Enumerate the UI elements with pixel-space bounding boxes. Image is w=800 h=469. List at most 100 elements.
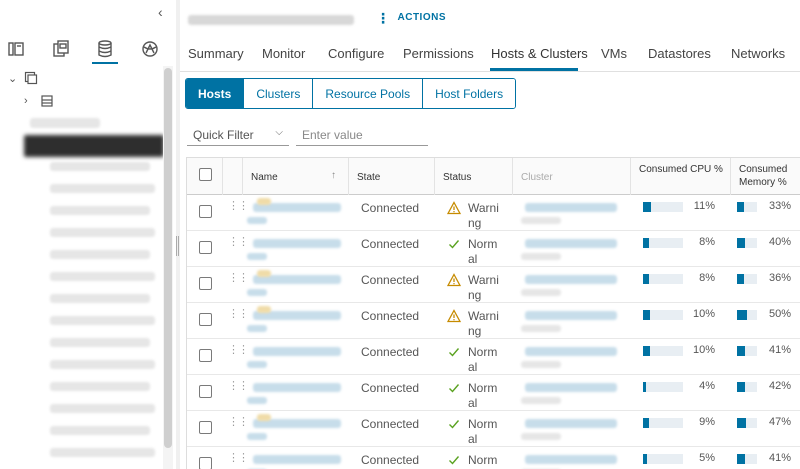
drag-handle-icon[interactable]: ⋮⋮ (228, 453, 249, 464)
cluster-link-wrap[interactable] (521, 433, 561, 440)
host-name-link-wrap[interactable] (247, 217, 267, 224)
drag-handle-icon[interactable]: ⋮⋮ (228, 237, 249, 248)
host-name-link-wrap[interactable] (247, 253, 267, 260)
drag-handle-icon[interactable]: ⋮⋮ (228, 345, 249, 356)
drag-handle-icon[interactable]: ⋮⋮ (228, 201, 249, 212)
table-row[interactable]: ⋮⋮ Connected Warni ng 10% 50% (187, 303, 800, 339)
tree-item-datacenter[interactable]: › (0, 93, 168, 113)
host-name-link-wrap[interactable] (247, 325, 267, 332)
select-all-checkbox[interactable] (199, 168, 212, 181)
tree-item-redacted[interactable] (50, 404, 155, 413)
quick-filter-dropdown[interactable]: Quick Filter ⌵ (187, 124, 289, 146)
tab-vms[interactable]: VMs (601, 46, 627, 61)
storage-view-icon[interactable] (92, 36, 118, 66)
tab-datastores[interactable]: Datastores (648, 46, 711, 61)
row-checkbox[interactable] (199, 241, 212, 255)
row-checkbox[interactable] (199, 205, 212, 219)
column-header-status[interactable]: Status (435, 158, 513, 195)
tab-networks[interactable]: Networks (731, 46, 785, 61)
column-header-name[interactable]: Name ↑ (243, 158, 349, 195)
subtab-resource-pools[interactable]: Resource Pools (312, 79, 423, 108)
cluster-link[interactable] (525, 419, 617, 428)
subtab-hosts[interactable]: Hosts (186, 79, 244, 108)
actions-menu-button[interactable]: ⋮ ACTIONS (376, 11, 446, 25)
row-checkbox[interactable] (199, 421, 212, 435)
row-checkbox[interactable] (199, 457, 212, 469)
filter-value-input[interactable] (296, 124, 428, 146)
host-name-link[interactable] (253, 455, 341, 464)
cluster-link[interactable] (525, 275, 617, 284)
tab-configure[interactable]: Configure (328, 46, 384, 61)
cluster-link-wrap[interactable] (521, 289, 561, 296)
host-name-link-wrap[interactable] (247, 289, 267, 296)
table-row[interactable]: ⋮⋮ Connected Norm al 4% 42% (187, 375, 800, 411)
row-checkbox[interactable] (199, 313, 212, 327)
tree-item-redacted[interactable] (50, 272, 155, 281)
host-name-link[interactable] (253, 347, 341, 356)
tree-item-redacted[interactable] (50, 228, 155, 237)
cluster-link[interactable] (525, 203, 617, 212)
drag-handle-icon[interactable]: ⋮⋮ (228, 273, 249, 284)
host-name-link-wrap[interactable] (247, 361, 267, 368)
cluster-link-wrap[interactable] (521, 325, 561, 332)
networking-view-icon[interactable] (137, 36, 163, 66)
tab-summary[interactable]: Summary (188, 46, 244, 61)
tree-item-redacted[interactable] (50, 382, 150, 391)
vms-templates-view-icon[interactable] (48, 36, 74, 66)
chevron-right-icon[interactable]: › (24, 95, 28, 107)
table-row[interactable]: ⋮⋮ Connected Normal 5% 41% (187, 447, 800, 469)
tree-item-redacted[interactable] (50, 426, 150, 435)
tree-item-redacted[interactable] (50, 162, 150, 171)
host-name-link[interactable] (253, 239, 341, 248)
cluster-link[interactable] (525, 383, 617, 392)
cluster-link[interactable] (525, 455, 617, 464)
column-header-cpu[interactable]: Consumed CPU % (631, 158, 731, 195)
tree-item-selected[interactable] (24, 135, 164, 157)
tree-item-redacted[interactable] (50, 316, 155, 325)
tab-permissions[interactable]: Permissions (403, 46, 474, 61)
drag-handle-icon[interactable]: ⋮⋮ (228, 381, 249, 392)
table-row[interactable]: ⋮⋮ Connected Norm al 9% 47% (187, 411, 800, 447)
subtab-host-folders[interactable]: Host Folders (422, 79, 516, 108)
cluster-link-wrap[interactable] (521, 253, 561, 260)
sort-ascending-icon[interactable]: ↑ (331, 169, 336, 182)
navigator-scrollbar-thumb[interactable] (164, 68, 172, 448)
tree-item-vcenter[interactable]: ⌄ (0, 70, 168, 90)
tree-item-redacted[interactable] (50, 448, 155, 457)
row-checkbox[interactable] (199, 349, 212, 363)
splitter-grip-icon[interactable] (176, 236, 179, 256)
column-header-memory[interactable]: Consumed Memory % (731, 158, 800, 195)
cluster-link[interactable] (525, 347, 617, 356)
host-name-link-wrap[interactable] (247, 397, 267, 404)
tree-item-redacted[interactable] (50, 294, 150, 303)
tree-item-redacted[interactable] (50, 250, 150, 259)
tab-hosts-clusters[interactable]: Hosts & Clusters (491, 46, 588, 61)
tree-item-redacted[interactable] (30, 118, 100, 128)
cluster-link[interactable] (525, 311, 617, 320)
drag-handle-icon[interactable]: ⋮⋮ (228, 417, 249, 428)
table-row[interactable]: ⋮⋮ Connected Warni ng 8% 36% (187, 267, 800, 303)
tab-monitor[interactable]: Monitor (262, 46, 305, 61)
row-checkbox[interactable] (199, 277, 212, 291)
tree-item-redacted[interactable] (50, 184, 155, 193)
table-row[interactable]: ⋮⋮ Connected Norm al 10% 41% (187, 339, 800, 375)
cluster-link[interactable] (525, 239, 617, 248)
hosts-clusters-view-icon[interactable] (3, 36, 29, 66)
host-name-link[interactable] (253, 383, 341, 392)
column-header-state[interactable]: State (349, 158, 435, 195)
tree-item-redacted[interactable] (50, 360, 155, 369)
table-row[interactable]: ⋮⋮ Connected Warni ng 11% 33% (187, 195, 800, 231)
column-header-cluster[interactable]: Cluster (513, 158, 631, 195)
cluster-link-wrap[interactable] (521, 361, 561, 368)
drag-handle-icon[interactable]: ⋮⋮ (228, 309, 249, 320)
subtab-clusters[interactable]: Clusters (243, 79, 313, 108)
cluster-link-wrap[interactable] (521, 217, 561, 224)
cluster-link-wrap[interactable] (521, 397, 561, 404)
chevron-down-icon[interactable]: ⌄ (8, 72, 17, 85)
host-name-link-wrap[interactable] (247, 433, 267, 440)
row-checkbox[interactable] (199, 385, 212, 399)
tree-item-redacted[interactable] (50, 338, 150, 347)
table-row[interactable]: ⋮⋮ Connected Norm al 8% 40% (187, 231, 800, 267)
tree-item-redacted[interactable] (50, 206, 150, 215)
collapse-navigator-icon[interactable]: ‹ (158, 4, 163, 20)
